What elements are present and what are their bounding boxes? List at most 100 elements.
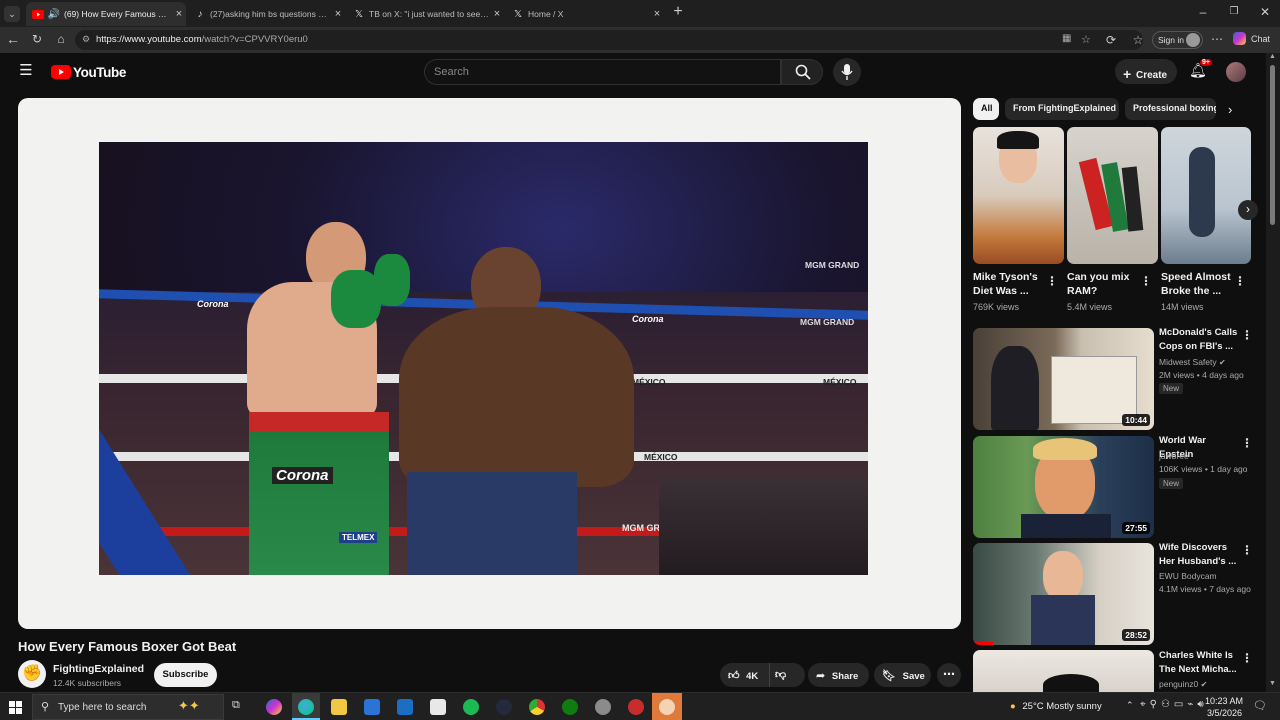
video-channel[interactable]: EWU Bodycam: [1159, 571, 1217, 581]
close-tab-icon[interactable]: ×: [331, 8, 345, 20]
close-window-icon[interactable]: ✕: [1258, 5, 1272, 19]
short-title[interactable]: Mike Tyson's Diet Was ...: [973, 270, 1053, 298]
tab-x-post[interactable]: 𝕏 TB on X: "i just wanted to see the ×: [347, 2, 504, 26]
weather-widget[interactable]: ● 25°C Mostly sunny: [1010, 701, 1102, 712]
video-thumbnail[interactable]: [973, 650, 1154, 692]
create-button[interactable]: + Create: [1115, 59, 1177, 84]
chip-from-channel[interactable]: From FightingExplained: [1005, 98, 1119, 120]
tab-tiktok[interactable]: ♪ (27)asking him bs questions #ufc ×: [188, 2, 345, 26]
video-menu-icon[interactable]: ⋮: [1241, 436, 1253, 450]
task-view-icon[interactable]: ⧉: [232, 699, 240, 712]
app-icon[interactable]: [496, 699, 512, 715]
short-title[interactable]: Speed Almost Broke the ...: [1161, 270, 1241, 298]
new-tab-button[interactable]: +: [670, 4, 686, 20]
search-icon: [795, 64, 811, 80]
close-tab-icon[interactable]: ×: [490, 8, 504, 20]
file-explorer-icon[interactable]: [331, 699, 347, 715]
tab-list-icon[interactable]: ⌄: [4, 6, 20, 22]
favorite-star-icon[interactable]: ☆: [1081, 33, 1091, 46]
short-thumbnail[interactable]: [1161, 127, 1251, 264]
save-button[interactable]: 🔖︎ Save: [874, 663, 931, 687]
extensions-icon[interactable]: ⟳: [1104, 33, 1118, 47]
close-tab-icon[interactable]: ×: [650, 8, 664, 20]
tab-x-home[interactable]: 𝕏 Home / X ×: [506, 2, 664, 26]
video-title[interactable]: Wife Discovers Her Husband's ...: [1159, 541, 1241, 569]
video-menu-icon[interactable]: ⋮: [1241, 651, 1253, 665]
tray-icons[interactable]: ⌖⚲⚇▭⌁🔊︎: [1140, 699, 1208, 710]
search-button[interactable]: [781, 59, 823, 85]
video-title[interactable]: Charles White Is The Next Micha...: [1159, 649, 1241, 677]
home-icon[interactable]: ⌂: [53, 32, 69, 46]
app-icon[interactable]: ▦: [1062, 33, 1071, 44]
notifications-button[interactable]: 🔔︎ 9+: [1189, 59, 1212, 80]
chip-all[interactable]: All: [973, 98, 999, 120]
site-info-icon[interactable]: ⚙: [82, 34, 90, 45]
restore-icon[interactable]: ❐: [1227, 5, 1241, 19]
chrome-icon[interactable]: [529, 699, 545, 715]
video-channel[interactable]: Midwest Safety ✔: [1159, 357, 1226, 367]
xbox-icon[interactable]: [562, 699, 578, 715]
edge-taskbar-active[interactable]: [292, 693, 320, 720]
channel-name[interactable]: FightingExplained: [53, 663, 144, 675]
subscribe-button[interactable]: Subscribe: [154, 663, 217, 687]
tray-chevron-icon[interactable]: ⌃: [1126, 700, 1134, 711]
video-channel[interactable]: jawbree: [1159, 451, 1189, 461]
video-thumbnail[interactable]: 10:44: [973, 328, 1154, 430]
notification-center-icon[interactable]: 🗨︎: [1253, 699, 1267, 712]
taskbar-search-box[interactable]: ⚲ Type here to search ✦✦: [32, 694, 224, 720]
copilot-taskbar-icon[interactable]: [266, 699, 282, 715]
voice-search-button[interactable]: [833, 58, 861, 86]
video-player[interactable]: Corona Corona MGM GRAND MGM GRAND MGM GR…: [18, 98, 961, 629]
refresh-icon[interactable]: ↻: [29, 32, 45, 46]
app-icon[interactable]: [595, 699, 611, 715]
account-avatar[interactable]: [1226, 62, 1246, 82]
short-thumbnail[interactable]: [973, 127, 1064, 264]
short-menu-icon[interactable]: ⋮: [1234, 274, 1246, 288]
scrollbar-thumb[interactable]: [1270, 65, 1275, 225]
tab-youtube[interactable]: 🔊 (69) How Every Famous Boxer Got Beat ×: [26, 2, 186, 26]
dislike-button[interactable]: 👎︎: [775, 668, 786, 681]
youtube-logo[interactable]: YouTube: [51, 64, 126, 80]
share-button[interactable]: ➦ Share: [808, 663, 869, 687]
minimize-icon[interactable]: –: [1196, 5, 1210, 19]
short-menu-icon[interactable]: ⋮: [1140, 274, 1152, 288]
spotify-icon[interactable]: [463, 699, 479, 715]
notepad-icon[interactable]: [430, 699, 446, 715]
youtube-favicon-icon: [32, 8, 44, 20]
channel-avatar[interactable]: ✊: [18, 660, 46, 688]
video-menu-icon[interactable]: ⋮: [1241, 543, 1253, 557]
favorites-icon[interactable]: ☆: [1131, 33, 1145, 47]
video-thumbnail[interactable]: 28:52: [973, 543, 1154, 645]
close-tab-icon[interactable]: ×: [172, 8, 186, 20]
short-title[interactable]: Can you mix RAM?: [1067, 270, 1147, 298]
video-menu-icon[interactable]: ⋮: [1241, 328, 1253, 342]
search-input[interactable]: Search: [424, 59, 781, 85]
copilot-chat-button[interactable]: Chat: [1233, 32, 1270, 45]
start-button[interactable]: [9, 701, 22, 714]
video-channel[interactable]: penguinz0 ✔: [1159, 679, 1207, 689]
more-actions-button[interactable]: ⋯: [937, 663, 961, 687]
more-menu-icon[interactable]: ⋯: [1210, 32, 1224, 46]
page-scrollbar[interactable]: ▲ ▼: [1266, 53, 1280, 692]
scroll-down-icon[interactable]: ▼: [1269, 680, 1276, 687]
sign-in-button[interactable]: Sign in: [1152, 31, 1203, 49]
store-icon[interactable]: [364, 699, 380, 715]
app-icon[interactable]: [628, 699, 644, 715]
video-thumbnail[interactable]: 27:55: [973, 436, 1154, 538]
scroll-up-icon[interactable]: ▲: [1269, 53, 1276, 60]
video-frame[interactable]: Corona Corona MGM GRAND MGM GRAND MGM GR…: [99, 142, 868, 575]
address-bar[interactable]: ⚙ https://www.youtube.com/watch?v=CPVVRY…: [75, 30, 1143, 50]
chips-next-button[interactable]: ›: [1228, 102, 1232, 117]
short-thumbnail[interactable]: [1067, 127, 1158, 264]
short-menu-icon[interactable]: ⋮: [1046, 274, 1058, 288]
verified-icon: ✔: [1219, 358, 1226, 367]
like-button[interactable]: 👍︎ 4K: [720, 663, 770, 687]
outlook-icon[interactable]: [397, 699, 413, 715]
hamburger-menu-icon[interactable]: ☰: [18, 63, 34, 78]
chip-professional-boxing[interactable]: Professional boxing: [1125, 98, 1216, 120]
shorts-next-button[interactable]: ›: [1238, 200, 1258, 220]
app-taskbar-active[interactable]: [652, 693, 682, 720]
speaker-icon[interactable]: 🔊: [48, 8, 60, 20]
back-icon[interactable]: ←: [5, 32, 21, 46]
video-title[interactable]: McDonald's Calls Cops on FBI's ...: [1159, 326, 1241, 354]
